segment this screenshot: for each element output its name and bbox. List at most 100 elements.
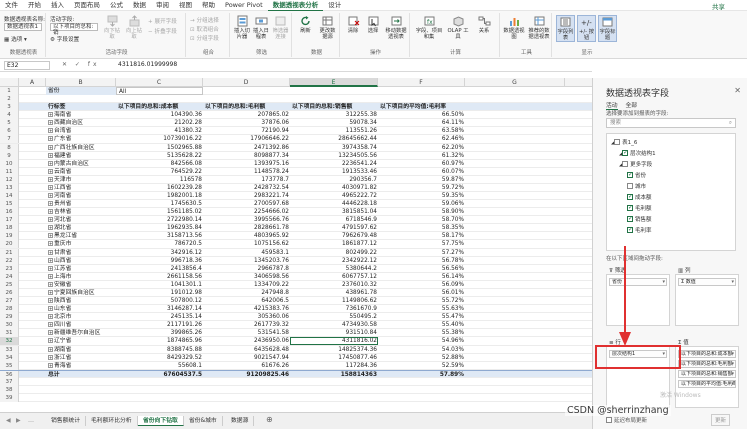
value-cell[interactable]: 57.27% <box>378 249 465 257</box>
value-cell[interactable]: 61.32% <box>378 152 465 160</box>
value-cell[interactable]: 60.07% <box>378 168 465 176</box>
menu-tab[interactable]: 视图 <box>174 0 197 11</box>
value-cell[interactable]: 62.46% <box>378 135 465 143</box>
field-headers-toggle[interactable]: 字段标题 <box>598 15 617 42</box>
value-cell[interactable]: 5380644.2 <box>290 265 378 273</box>
sheet-tab[interactable]: 数据源 <box>226 416 255 426</box>
pivot-options-button[interactable]: ▦ 选项 ▾ <box>4 35 27 43</box>
row-number[interactable]: 2 <box>0 95 19 104</box>
expand-icon[interactable]: + <box>48 273 53 279</box>
value-cell[interactable]: 56.01% <box>378 289 465 297</box>
share-button[interactable]: 共享 <box>712 1 725 11</box>
value-cell[interactable]: 1874865.96 <box>116 337 203 345</box>
row-number[interactable]: 20 <box>0 240 19 249</box>
value-cell[interactable]: 2617739.32 <box>203 321 290 329</box>
row-label-cell[interactable]: + 浙江省 <box>46 354 116 362</box>
column-header[interactable]: F <box>378 78 465 87</box>
row-label-cell[interactable]: + 安徽省 <box>46 281 116 289</box>
value-cell[interactable]: 3146287.14 <box>116 305 203 313</box>
value-cell[interactable]: 17450877.46 <box>290 354 378 362</box>
value-cell[interactable]: 1393975.16 <box>203 160 290 168</box>
value-cell[interactable]: 531541.58 <box>203 329 290 337</box>
value-cell[interactable]: 3406598.56 <box>203 273 290 281</box>
value-cell[interactable]: 507800.12 <box>116 297 203 305</box>
row-number[interactable]: 34 <box>0 353 19 362</box>
value-cell[interactable]: 7962679.48 <box>290 232 378 240</box>
menu-tab[interactable]: 数据透视表分析 <box>267 0 324 11</box>
row-label-cell[interactable]: + 广东省 <box>46 135 116 143</box>
value-cell[interactable]: 7361670.9 <box>290 305 378 313</box>
row-number[interactable]: 16 <box>0 208 19 217</box>
row-label-cell[interactable]: + 北京市 <box>46 313 116 321</box>
field-checkbox[interactable] <box>627 215 633 222</box>
value-cell[interactable]: 764529.22 <box>116 168 203 176</box>
row-label-cell[interactable]: + 新疆维吾尔自治区 <box>46 329 116 337</box>
value-cell[interactable]: 54.96% <box>378 337 465 345</box>
value-cell[interactable]: 290356.7 <box>290 176 378 184</box>
field-checkbox[interactable] <box>627 171 633 178</box>
value-cell[interactable]: 117284.36 <box>290 362 378 370</box>
field-checkbox[interactable] <box>622 149 628 156</box>
value-cell[interactable]: 2413856.4 <box>116 265 203 273</box>
expand-icon[interactable]: + <box>48 249 53 255</box>
value-cell[interactable]: 55.38% <box>378 329 465 337</box>
row-number[interactable]: 32 <box>0 337 19 346</box>
row-label-cell[interactable]: + 黑龙江省 <box>46 232 116 240</box>
expand-field-button[interactable]: + 展开字段 <box>148 17 177 25</box>
sheet-tab[interactable]: 省份向下钻取 <box>138 416 184 426</box>
row-label-cell[interactable]: + 上海市 <box>46 273 116 281</box>
row-label-cell[interactable]: + 西藏自治区 <box>46 119 116 127</box>
column-header[interactable]: G <box>465 78 565 87</box>
ungroup-button[interactable]: ⊡ 取消组合 <box>190 25 219 33</box>
expand-icon[interactable]: + <box>48 306 53 312</box>
value-cell[interactable]: 59.06% <box>378 200 465 208</box>
move-pivot-button[interactable]: 移动数据透视表 <box>384 15 408 40</box>
value-cell[interactable]: 786720.5 <box>116 240 203 248</box>
value-cell[interactable]: 1148578.24 <box>203 168 290 176</box>
relationships-button[interactable]: 关系 <box>472 15 496 34</box>
fields-items-sets-button[interactable]: fx 字段、项目和集 <box>414 15 444 40</box>
value-cell[interactable]: 5135628.22 <box>116 152 203 160</box>
value-cell[interactable]: 21202.28 <box>116 119 203 127</box>
refresh-button[interactable]: 刷新 <box>296 15 315 34</box>
row-label-cell[interactable]: + 河北省 <box>46 216 116 224</box>
expand-icon[interactable]: + <box>48 168 53 174</box>
value-cell[interactable]: 1861877.12 <box>290 240 378 248</box>
value-cell[interactable]: 17906646.22 <box>203 135 290 143</box>
value-cell[interactable]: 4446228.18 <box>290 200 378 208</box>
row-number[interactable]: 23 <box>0 264 19 273</box>
value-cell[interactable]: 57.75% <box>378 240 465 248</box>
value-cell[interactable]: 54.03% <box>378 346 465 354</box>
pivot-header-cell[interactable]: 行标签 <box>46 103 116 111</box>
expand-icon[interactable]: + <box>48 136 53 142</box>
field-checkbox[interactable] <box>627 193 633 200</box>
field-list-toggle[interactable]: 字段列表 <box>556 15 575 42</box>
row-number[interactable]: 27 <box>0 297 19 306</box>
row-label-cell[interactable]: + 湖北省 <box>46 224 116 232</box>
value-cell[interactable]: 4311816.02 <box>290 337 378 346</box>
filter-connections-button[interactable]: 筛选器连接 <box>271 15 290 40</box>
value-cell[interactable]: 247948.8 <box>203 289 290 297</box>
expand-icon[interactable]: + <box>48 298 53 304</box>
expand-icon[interactable]: + <box>48 160 53 166</box>
row-number[interactable]: 6 <box>0 127 19 136</box>
value-cell[interactable]: 1913533.46 <box>290 168 378 176</box>
area-field-chip[interactable]: 以下项目的总和:成本额 <box>678 350 736 358</box>
row-number[interactable]: 10 <box>0 159 19 168</box>
value-cell[interactable]: 802499.22 <box>290 249 378 257</box>
change-source-button[interactable]: 更改数据源 <box>317 15 338 40</box>
value-cell[interactable]: 842566.08 <box>116 160 203 168</box>
value-cell[interactable]: 41380.32 <box>116 127 203 135</box>
value-cell[interactable]: 66.50% <box>378 111 465 119</box>
area-field-chip[interactable]: 以下项目的平均值:毛利率 <box>678 380 736 388</box>
select-button[interactable]: 选择 <box>364 15 382 34</box>
value-cell[interactable]: 4791597.62 <box>290 224 378 232</box>
expand-icon[interactable]: + <box>48 354 53 360</box>
value-cell[interactable]: 550495.2 <box>290 313 378 321</box>
value-cell[interactable]: 37876.06 <box>203 119 290 127</box>
row-label-cell[interactable]: + 陕西省 <box>46 297 116 305</box>
value-cell[interactable]: 8429329.52 <box>116 354 203 362</box>
prev-sheet-icon[interactable]: ◀ <box>6 417 11 424</box>
value-cell[interactable]: 52.88% <box>378 354 465 362</box>
value-cell[interactable]: 2342922.12 <box>290 257 378 265</box>
